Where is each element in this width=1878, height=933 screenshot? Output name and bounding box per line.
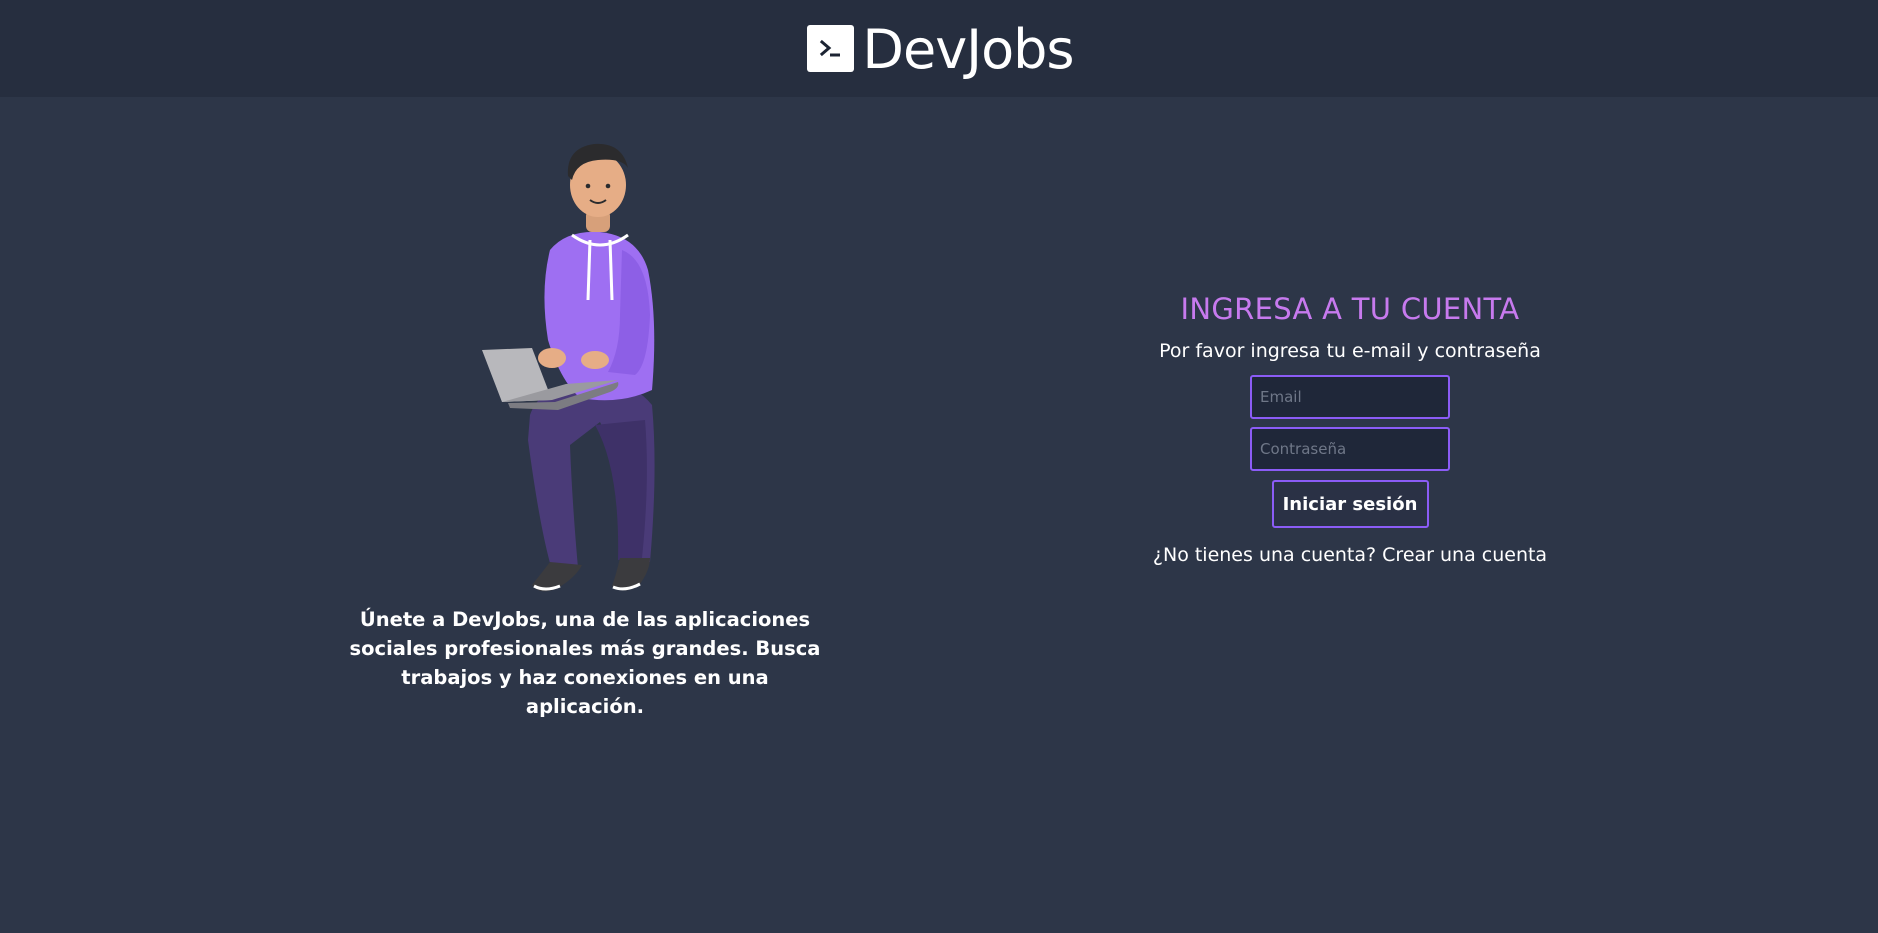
- terminal-icon: [807, 25, 855, 72]
- password-input[interactable]: [1250, 427, 1450, 471]
- brand-name: DevJobs: [862, 17, 1074, 81]
- login-title: INGRESA A TU CUENTA: [1180, 292, 1520, 326]
- signup-prompt: ¿No tienes una cuenta?: [1152, 544, 1377, 566]
- email-input[interactable]: [1250, 375, 1450, 419]
- signup-link[interactable]: Crear una cuenta: [1382, 544, 1547, 566]
- brand-logo[interactable]: DevJobs: [807, 17, 1075, 81]
- login-subtitle: Por favor ingresa tu e-mail y contraseña: [1159, 340, 1541, 362]
- login-button[interactable]: Iniciar sesión: [1271, 480, 1429, 528]
- about-description: Únete a DevJobs, una de las aplicaciones…: [349, 607, 821, 718]
- developer-illustration: [470, 140, 710, 595]
- signup-row: ¿No tienes una cuenta? Crear una cuenta: [1140, 542, 1560, 568]
- login-form: INGRESA A TU CUENTA Por favor ingresa tu…: [1140, 290, 1560, 568]
- top-header: DevJobs: [0, 0, 1878, 97]
